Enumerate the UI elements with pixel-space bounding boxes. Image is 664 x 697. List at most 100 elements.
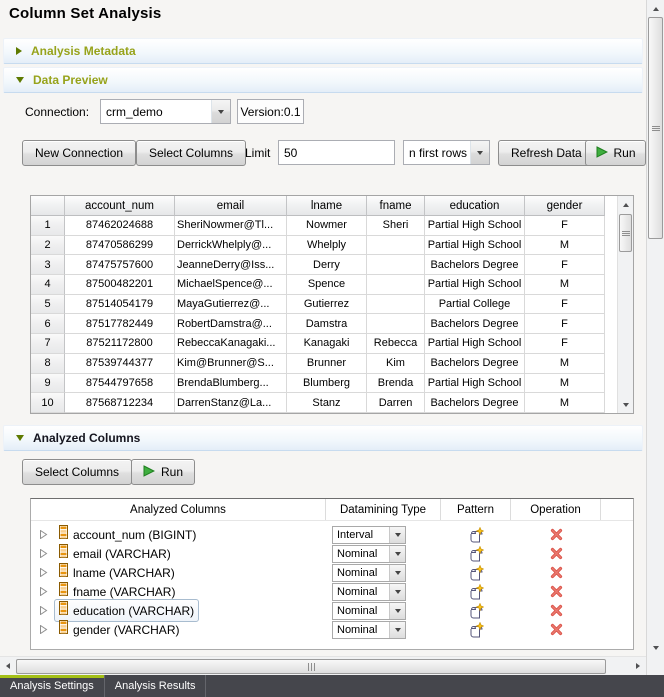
combo-dropdown-button[interactable] [389, 603, 405, 619]
scrollbar-thumb[interactable] [16, 659, 606, 674]
table-row[interactable]: 587514054179MayaGutierrez@...GutierrezPa… [31, 295, 633, 315]
analyzed-column-row[interactable]: gender (VARCHAR)Nominal [31, 620, 633, 639]
add-pattern-icon[interactable] [469, 527, 484, 543]
tab-analysis-settings[interactable]: Analysis Settings [0, 675, 105, 697]
refresh-data-button[interactable]: Refresh Data [498, 140, 595, 166]
column-header-account_num[interactable]: account_num [65, 196, 175, 216]
analyzed-column-label: education (VARCHAR) [73, 604, 194, 618]
table-row[interactable]: 787521172800RebeccaKanagaki...KanagakiRe… [31, 334, 633, 354]
table-row[interactable]: 987544797658BrendaBlumberg...BlumbergBre… [31, 374, 633, 394]
delete-icon[interactable] [550, 585, 563, 598]
row-number-cell: 2 [31, 236, 65, 256]
data-cell: Bachelors Degree [425, 393, 525, 413]
data-cell: 87517782449 [65, 314, 175, 334]
pattern-cell [441, 525, 511, 544]
scroll-up-button[interactable] [618, 197, 633, 212]
tree-expander-icon[interactable] [39, 587, 48, 596]
preview-table-vertical-scrollbar[interactable] [617, 196, 633, 413]
row-number-cell: 9 [31, 374, 65, 394]
page-vertical-scrollbar[interactable] [646, 0, 664, 656]
add-pattern-icon[interactable] [469, 603, 484, 619]
select-columns-button[interactable]: Select Columns [22, 459, 132, 485]
combo-dropdown-button[interactable] [389, 527, 405, 543]
delete-icon[interactable] [550, 547, 563, 560]
delete-icon[interactable] [550, 623, 563, 636]
data-cell: Partial High School [425, 374, 525, 394]
combo-dropdown-button[interactable] [211, 100, 230, 123]
section-analyzed-columns[interactable]: Analyzed Columns [3, 425, 643, 451]
datamining-type-combo[interactable]: Nominal [332, 602, 406, 620]
add-pattern-icon[interactable] [469, 584, 484, 600]
select-columns-button[interactable]: Select Columns [136, 140, 246, 166]
run-button[interactable]: Run [585, 140, 646, 166]
analyzed-header-analyzed-columns: Analyzed Columns [31, 499, 326, 520]
datamining-type-combo[interactable]: Nominal [332, 583, 406, 601]
chevron-down-icon [395, 571, 401, 575]
row-number-header[interactable] [31, 196, 65, 216]
data-cell: Partial College [425, 295, 525, 315]
table-row[interactable]: 187462024688SheriNowmer@Tl...NowmerSheri… [31, 216, 633, 236]
scrollbar-thumb[interactable] [648, 17, 663, 239]
tree-expander-icon[interactable] [39, 625, 48, 634]
scroll-down-button[interactable] [618, 397, 633, 412]
analyzed-header-filler [601, 499, 633, 520]
tree-expander-icon[interactable] [39, 606, 48, 615]
new-connection-button[interactable]: New Connection [22, 140, 136, 166]
chevron-down-icon [395, 590, 401, 594]
table-row[interactable]: 1087568712234DarrenStanz@La...StanzDarre… [31, 393, 633, 413]
tree-expander-icon[interactable] [39, 530, 48, 539]
combo-dropdown-button[interactable] [389, 622, 405, 638]
table-row[interactable]: 687517782449RobertDamstra@...DamstraBach… [31, 314, 633, 334]
run-button[interactable]: Run [131, 459, 195, 485]
triangle-down-icon [623, 403, 629, 407]
scroll-down-button[interactable] [648, 640, 663, 655]
combo-dropdown-button[interactable] [470, 141, 489, 164]
table-row[interactable]: 887539744377Kim@Brunner@S...BrunnerKimBa… [31, 354, 633, 374]
delete-icon[interactable] [550, 528, 563, 541]
add-pattern-icon[interactable] [469, 546, 484, 562]
section-analysis-metadata[interactable]: Analysis Metadata [3, 38, 643, 64]
pattern-cell [441, 620, 511, 639]
datamining-type-combo[interactable]: Nominal [332, 545, 406, 563]
column-header-email[interactable]: email [175, 196, 287, 216]
column-header-fname[interactable]: fname [367, 196, 425, 216]
table-row[interactable]: 487500482201MichaelSpence@...SpenceParti… [31, 275, 633, 295]
table-row[interactable]: 287470586299DerrickWhelply@...WhelplyPar… [31, 236, 633, 256]
tab-analysis-results[interactable]: Analysis Results [105, 675, 207, 697]
datamining-type-combo[interactable]: Nominal [332, 621, 406, 639]
add-pattern-icon[interactable] [469, 565, 484, 581]
delete-icon[interactable] [550, 604, 563, 617]
pattern-cell [441, 544, 511, 563]
datamining-type-combo[interactable]: Interval [332, 526, 406, 544]
combo-dropdown-button[interactable] [389, 546, 405, 562]
add-pattern-icon[interactable] [469, 622, 484, 638]
limit-input[interactable] [278, 140, 395, 165]
column-header-lname[interactable]: lname [287, 196, 367, 216]
data-cell: RobertDamstra@... [175, 314, 287, 334]
operation-cell [511, 563, 601, 582]
section-data-preview[interactable]: Data Preview [3, 67, 643, 93]
column-header-education[interactable]: education [425, 196, 525, 216]
data-cell: 87470586299 [65, 236, 175, 256]
scrollbar-thumb[interactable] [619, 214, 632, 252]
combo-dropdown-button[interactable] [389, 584, 405, 600]
horizontal-scrollbar[interactable] [0, 656, 646, 675]
column-icon [59, 620, 68, 639]
column-header-gender[interactable]: gender [525, 196, 605, 216]
tree-expander-icon[interactable] [39, 549, 48, 558]
combo-dropdown-button[interactable] [389, 565, 405, 581]
scroll-up-button[interactable] [648, 1, 663, 16]
rows-mode-select[interactable]: n first rows [403, 140, 490, 165]
bottom-tab-bar: Analysis Settings Analysis Results [0, 675, 664, 697]
datamining-type-combo[interactable]: Nominal [332, 564, 406, 582]
connection-select[interactable]: crm_demo [100, 99, 231, 124]
scroll-left-button[interactable] [0, 657, 16, 675]
scroll-right-button[interactable] [630, 657, 646, 675]
chevron-down-icon [395, 552, 401, 556]
delete-icon[interactable] [550, 566, 563, 579]
table-row[interactable]: 387475757600JeanneDerry@Iss...DerryBache… [31, 255, 633, 275]
row-number-cell: 6 [31, 314, 65, 334]
analyzed-column-label: lname (VARCHAR) [73, 566, 175, 580]
data-cell: Gutierrez [287, 295, 367, 315]
tree-expander-icon[interactable] [39, 568, 48, 577]
